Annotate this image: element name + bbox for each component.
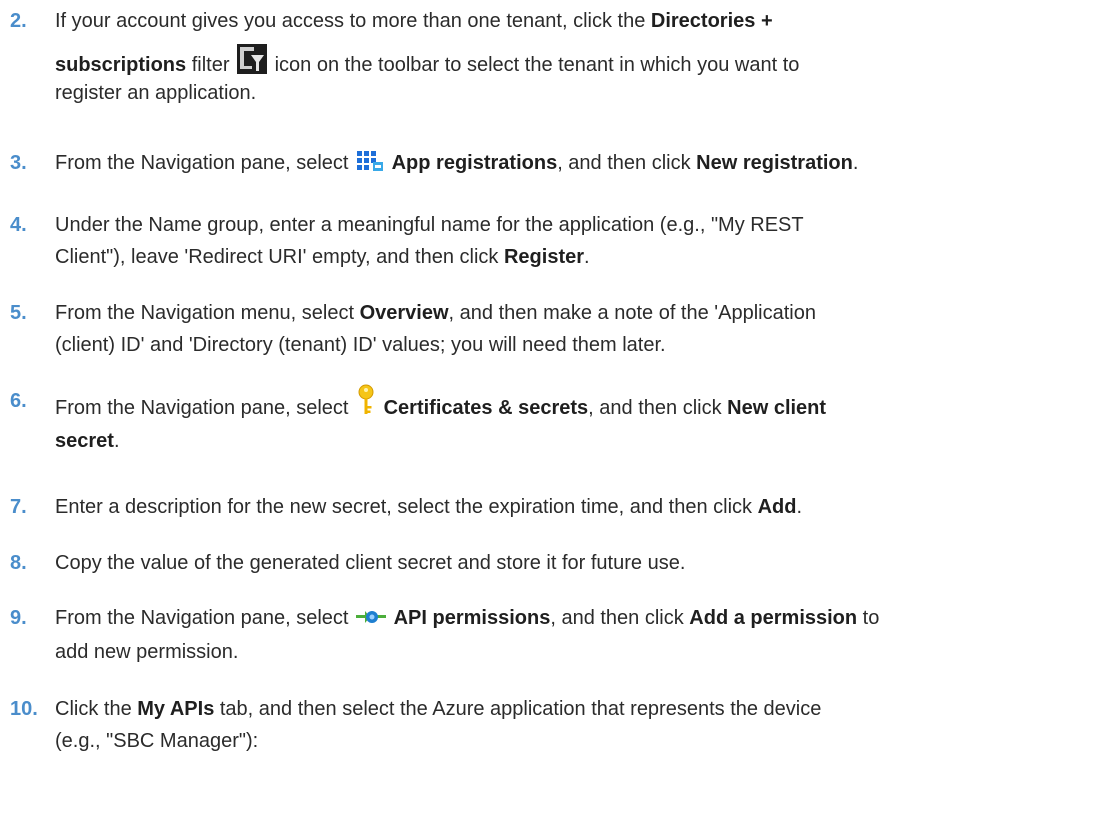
step-number: 4. (10, 214, 27, 236)
step-number: 9. (10, 607, 27, 629)
step-text: From the Navigation pane, select App reg… (55, 146, 1110, 183)
step-number: 7. (10, 496, 27, 518)
instruction-list: 2. If your account gives you access to m… (0, 0, 1120, 830)
key-icon (356, 384, 376, 429)
step-3: 3. From the Navigation pane, select App … (0, 146, 1110, 186)
step-10: 10. Click the My APIs tab, and then sele… (0, 692, 1110, 762)
step-9: 9. From the Navigation pane, select API … (0, 601, 1110, 671)
step-number: 3. (10, 152, 27, 174)
step-2: 2. If your account gives you access to m… (0, 4, 1110, 114)
step-number: 6. (10, 390, 27, 412)
step-4: 4. Under the Name group, enter a meaning… (0, 208, 1110, 278)
app-registrations-icon (356, 149, 384, 183)
step-5: 5. From the Navigation menu, select Over… (0, 296, 1110, 366)
step-text: Copy the value of the generated client s… (55, 552, 686, 574)
step-number: 10. (10, 698, 38, 720)
step-7: 7. Enter a description for the new secre… (0, 490, 1110, 530)
step-6: 6. From the Navigation pane, select Cert… (0, 384, 1110, 464)
step-number: 2. (10, 10, 27, 32)
api-permissions-icon (356, 604, 387, 638)
step-number: 5. (10, 302, 27, 324)
step-text: Enter a description for the new secret, … (55, 496, 803, 518)
step-number: 8. (10, 552, 27, 574)
step-8: 8. Copy the value of the generated clien… (0, 546, 1110, 586)
